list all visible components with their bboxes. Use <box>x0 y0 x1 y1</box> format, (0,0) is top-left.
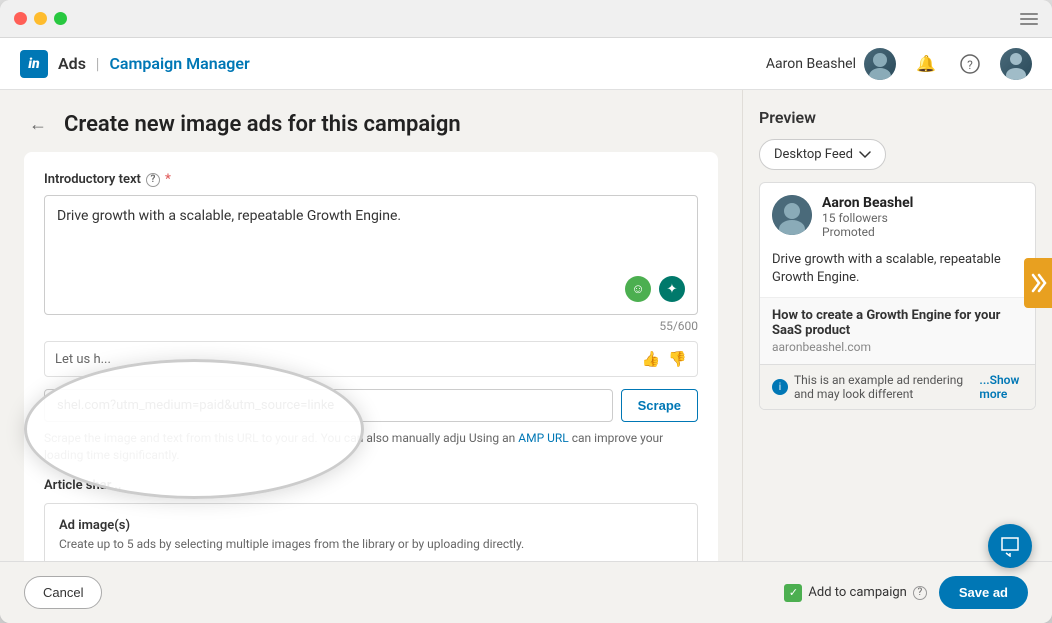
app-title: Ads | Campaign Manager <box>58 54 250 73</box>
preview-link-box: How to create a Growth Engine for your S… <box>760 297 1035 364</box>
save-ad-button[interactable]: Save ad <box>939 576 1028 609</box>
linkedin-icon: in <box>20 50 48 78</box>
preview-username: Aaron Beashel <box>822 195 1023 211</box>
ai-icon[interactable]: ✦ <box>659 276 685 302</box>
preview-followers: 15 followers <box>822 211 1023 225</box>
preview-promoted: Promoted <box>822 225 1023 239</box>
user-avatar <box>864 48 896 80</box>
preview-user-info: Aaron Beashel 15 followers Promoted <box>822 195 1023 239</box>
scrape-button[interactable]: Scrape <box>621 389 698 422</box>
thumbs-down-icon[interactable]: 👎 <box>668 350 687 368</box>
window-controls <box>14 12 67 25</box>
add-campaign-label: Add to campaign <box>808 585 906 600</box>
form-section: Introductory text ? * Drive growth with … <box>24 152 718 561</box>
add-campaign-checkbox[interactable]: ✓ <box>784 584 802 602</box>
preview-card-header: Aaron Beashel 15 followers Promoted <box>760 183 1035 251</box>
cancel-button[interactable]: Cancel <box>24 576 102 609</box>
help-icon[interactable]: ? <box>956 50 984 78</box>
linkedin-logo[interactable]: in Ads | Campaign Manager <box>20 50 250 78</box>
page-nav: ← Create new image ads for this campaign <box>24 110 718 138</box>
add-campaign-help-icon[interactable]: ? <box>913 586 927 600</box>
preview-info-text: This is an example ad rendering and may … <box>794 373 973 401</box>
bell-icon[interactable]: 🔔 <box>912 50 940 78</box>
preview-card: Aaron Beashel 15 followers Promoted Driv… <box>759 182 1036 410</box>
hint-text: Scrape the image and text from this URL … <box>44 430 698 464</box>
preview-link-title: How to create a Growth Engine for your S… <box>772 308 1023 338</box>
add-campaign-check: ✓ Add to campaign ? <box>784 584 926 602</box>
ai-suggestion-row: Let us h... 👍 👎 <box>44 341 698 377</box>
expand-dot[interactable] <box>54 12 67 25</box>
hamburger-menu-icon[interactable] <box>1020 13 1038 25</box>
text-area-icons: ☺ ✦ <box>57 276 685 302</box>
preview-ad-text: Drive growth with a scalable, repeatable… <box>760 251 1035 297</box>
ad-images-desc: Create up to 5 ads by selecting multiple… <box>59 537 683 551</box>
main-content: ← Create new image ads for this campaign… <box>0 90 1052 561</box>
user-info: Aaron Beashel <box>766 48 896 80</box>
suggestion-icons: 👍 👎 <box>642 350 687 368</box>
footer: Cancel ✓ Add to campaign ? Save ad <box>0 561 1052 623</box>
article-share-label: Article shar... <box>44 478 698 493</box>
sidebar-toggle-icon[interactable] <box>1024 258 1052 308</box>
show-more-link[interactable]: ...Show more <box>979 373 1023 401</box>
close-dot[interactable] <box>14 12 27 25</box>
preview-info-bar: i This is an example ad rendering and ma… <box>760 364 1035 409</box>
zoom-overlay-container: shel.com?utm_medium=paid&utm_source=link… <box>44 389 698 464</box>
minimize-dot[interactable] <box>34 12 47 25</box>
profile-avatar-image <box>1000 48 1032 80</box>
preview-format-dropdown[interactable]: Desktop Feed <box>759 139 886 170</box>
svg-text:?: ? <box>967 58 973 72</box>
url-row: shel.com?utm_medium=paid&utm_source=link… <box>44 389 698 422</box>
profile-avatar[interactable] <box>1000 48 1032 80</box>
char-count: 55/600 <box>44 319 698 333</box>
ad-images-box: Ad image(s) Create up to 5 ads by select… <box>44 503 698 561</box>
avatar-image <box>864 48 896 80</box>
destination-url-input[interactable]: shel.com?utm_medium=paid&utm_source=link… <box>44 389 613 422</box>
intro-help-icon[interactable]: ? <box>146 173 160 187</box>
hint-text2: Using an <box>469 431 515 445</box>
header-right: Aaron Beashel 🔔 <box>766 48 1032 80</box>
page-title: Create new image ads for this campaign <box>64 112 461 137</box>
info-icon: i <box>772 379 788 395</box>
thumbs-up-icon[interactable]: 👍 <box>642 350 661 368</box>
hint-text-content: Scrape the image and text from this URL … <box>44 431 466 445</box>
username-label: Aaron Beashel <box>766 56 856 72</box>
intro-label: Introductory text ? * <box>44 172 698 187</box>
footer-right: ✓ Add to campaign ? Save ad <box>784 576 1028 609</box>
required-marker: * <box>165 172 171 187</box>
app-header: in Ads | Campaign Manager Aaron Beashel <box>0 38 1052 90</box>
emoji-icon[interactable]: ☺ <box>625 276 651 302</box>
left-panel: ← Create new image ads for this campaign… <box>0 90 742 561</box>
preview-avatar <box>772 195 812 235</box>
preview-link-url: aaronbeashel.com <box>772 340 1023 354</box>
suggestion-text: Let us h... <box>55 352 111 367</box>
preview-format-label: Desktop Feed <box>774 147 853 162</box>
right-panel: Preview Desktop Feed <box>742 90 1052 561</box>
ad-images-title: Ad image(s) <box>59 518 683 533</box>
back-button[interactable]: ← <box>24 110 52 138</box>
intro-text-area[interactable]: Drive growth with a scalable, repeatable… <box>44 195 698 315</box>
amp-url-link[interactable]: AMP URL <box>518 431 569 445</box>
url-text: shel.com?utm_medium=paid&utm_source=link… <box>57 398 334 413</box>
preview-title: Preview <box>759 108 1036 127</box>
titlebar <box>0 0 1052 38</box>
chevron-down-icon <box>859 151 871 159</box>
chat-fab-button[interactable] <box>988 524 1032 568</box>
intro-text-content[interactable]: Drive growth with a scalable, repeatable… <box>57 208 685 268</box>
